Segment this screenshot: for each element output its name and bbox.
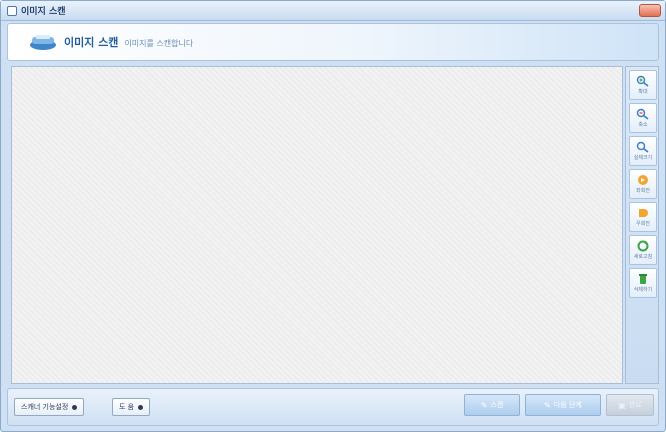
page-subtitle: 이미지를 스캔합니다: [124, 38, 194, 48]
scanner-icon: [30, 35, 56, 50]
scan-window: 이미지 스캔 이미지 스캔 이미지를 스캔합니다 확대 축소 실제크기 좌회전 …: [0, 0, 666, 432]
finish-icon: ▣: [618, 400, 626, 410]
refresh-label: 새로고침: [633, 254, 653, 260]
next-icon: ✎: [544, 400, 551, 410]
zoom-out-button[interactable]: 축소: [629, 103, 657, 133]
magnifier-icon: [636, 141, 650, 153]
title-bar: 이미지 스캔: [1, 1, 665, 21]
zoom-in-icon: [636, 75, 650, 87]
zoom-out-label: 축소: [638, 122, 648, 128]
rotate-left-icon: [636, 174, 650, 186]
window-title: 이미지 스캔: [21, 7, 66, 17]
rotate-right-icon: [636, 207, 650, 219]
delete-button[interactable]: 삭제하기: [629, 268, 657, 298]
refresh-icon: [636, 240, 650, 252]
actual-size-button[interactable]: 실제크기: [629, 136, 657, 166]
rotate-left-label: 좌회전: [636, 188, 650, 194]
actual-size-label: 실제크기: [633, 155, 653, 161]
rotate-left-button[interactable]: 좌회전: [629, 169, 657, 199]
header-banner: 이미지 스캔 이미지를 스캔합니다: [7, 23, 659, 61]
scan-icon: ✎: [480, 400, 488, 410]
next-label: 다음 단계: [553, 401, 582, 409]
close-button[interactable]: [639, 4, 661, 17]
page-title: 이미지 스캔: [64, 36, 119, 49]
image-preview-area[interactable]: [11, 66, 623, 384]
help-button[interactable]: 도 움: [112, 398, 151, 416]
refresh-button[interactable]: 새로고침: [629, 235, 657, 265]
zoom-in-label: 확대: [638, 89, 648, 95]
scan-button[interactable]: ✎ 스캔: [464, 394, 520, 416]
help-dot-icon: [138, 404, 144, 410]
settings-dot-icon: [72, 404, 78, 410]
zoom-out-icon: [636, 108, 650, 120]
delete-label: 삭제하기: [633, 287, 653, 293]
rotate-right-label: 우회전: [636, 221, 650, 227]
scan-label: 스캔: [490, 401, 504, 409]
scanner-settings-label: 스캐너 기능설정: [21, 403, 69, 411]
help-label: 도 움: [119, 403, 135, 411]
next-step-button[interactable]: ✎ 다음 단계: [525, 394, 601, 416]
finish-button[interactable]: ▣ 완료: [606, 394, 654, 416]
finish-label: 완료: [628, 401, 642, 409]
scanner-settings-button[interactable]: 스캐너 기능설정: [14, 398, 85, 416]
zoom-in-button[interactable]: 확대: [629, 70, 657, 100]
footer-bar: 스캐너 기능설정 도 움 ✎ 스캔 ✎ 다음 단계 ▣ 완료: [7, 388, 659, 426]
recycle-icon: [636, 273, 650, 285]
rotate-right-button[interactable]: 우회전: [629, 202, 657, 232]
side-toolbar: 확대 축소 실제크기 좌회전 우회전 새로고침 삭제하기: [625, 66, 659, 384]
app-icon: [7, 5, 17, 16]
